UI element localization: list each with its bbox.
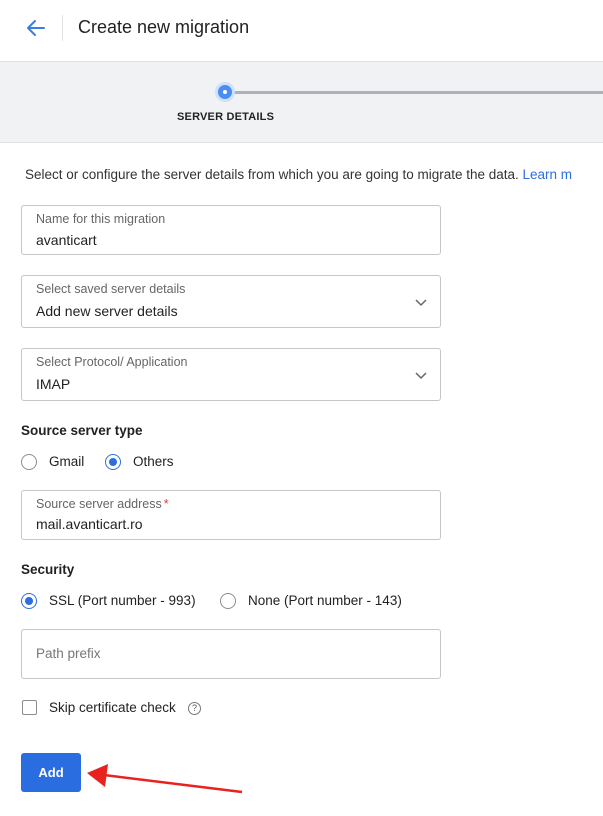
others-radio-label[interactable]: Others — [133, 454, 174, 469]
add-button[interactable]: Add — [21, 753, 81, 792]
skip-certificate-label[interactable]: Skip certificate check — [49, 700, 176, 715]
saved-server-value: Add new server details — [36, 303, 178, 319]
chevron-down-icon — [415, 372, 427, 380]
saved-server-select[interactable]: Select saved server details Add new serv… — [21, 275, 441, 328]
intro-description: Select or configure the server details f… — [25, 167, 519, 182]
path-prefix-placeholder: Path prefix — [36, 646, 101, 661]
none-security-radio[interactable] — [220, 593, 236, 609]
learn-more-link[interactable]: Learn m — [523, 167, 573, 182]
server-type-heading: Source server type — [21, 423, 143, 438]
stepper: SERVER DETAILS — [0, 62, 603, 143]
migration-name-label: Name for this migration — [36, 212, 166, 226]
step-progress-line — [232, 91, 603, 94]
others-radio[interactable] — [105, 454, 121, 470]
page-title: Create new migration — [78, 17, 250, 37]
gmail-radio-label[interactable]: Gmail — [49, 454, 84, 469]
chevron-down-icon — [415, 299, 427, 307]
source-address-field[interactable]: Source server address * mail.avanticart.r… — [21, 490, 441, 540]
source-address-value: mail.avanticart.ro — [36, 516, 143, 532]
page-header: Create new migration — [0, 0, 603, 62]
help-icon[interactable]: ? — [188, 702, 201, 715]
header-divider — [62, 15, 63, 41]
migration-name-value: avanticart — [36, 232, 97, 248]
source-address-label: Source server address * — [36, 497, 169, 511]
saved-server-label: Select saved server details — [36, 282, 186, 296]
step-active-dot — [215, 82, 235, 102]
step-label: SERVER DETAILS — [177, 111, 275, 123]
back-arrow-icon[interactable] — [22, 14, 50, 42]
path-prefix-field[interactable]: Path prefix — [21, 629, 441, 679]
intro-text: Select or configure the server details f… — [25, 167, 572, 182]
none-security-radio-label[interactable]: None (Port number - 143) — [248, 593, 402, 608]
migration-name-field[interactable]: Name for this migration avanticart — [21, 205, 441, 255]
skip-certificate-checkbox[interactable] — [22, 700, 37, 715]
ssl-radio-label[interactable]: SSL (Port number - 993) — [49, 593, 196, 608]
ssl-radio[interactable] — [21, 593, 37, 609]
protocol-value: IMAP — [36, 376, 71, 392]
required-mark: * — [163, 497, 169, 511]
protocol-select[interactable]: Select Protocol/ Application IMAP — [21, 348, 441, 401]
gmail-radio[interactable] — [21, 454, 37, 470]
security-heading: Security — [21, 562, 75, 577]
protocol-label: Select Protocol/ Application — [36, 355, 188, 369]
